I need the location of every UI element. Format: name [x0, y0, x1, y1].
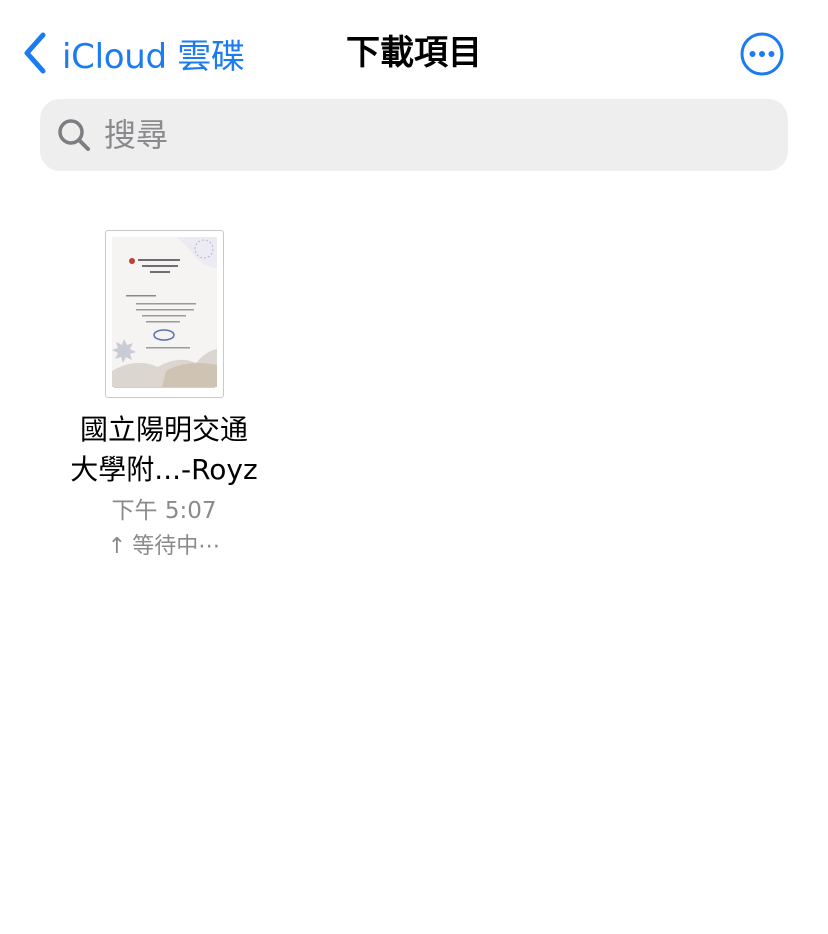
upload-arrow-icon: ↑: [107, 534, 127, 559]
search-input[interactable]: [104, 105, 744, 165]
downloads-screen: iCloud 雲碟 下載項目 搜尋 國立陽明交通 大學附...-Royz 下午 …: [0, 0, 828, 934]
search-bar[interactable]: [40, 99, 788, 171]
page-title: 下載項目: [346, 33, 482, 73]
file-timestamp: 下午 5:07: [111, 498, 217, 524]
upload-status-text: 等待中⋯: [132, 534, 221, 559]
file-thumbnail: [105, 230, 224, 398]
file-name-line-2: 大學附...-Royz: [70, 453, 258, 486]
more-options-button[interactable]: [740, 32, 784, 76]
magnifying-glass-icon: [40, 117, 92, 153]
file-name: 國立陽明交通 大學附...-Royz: [54, 410, 274, 490]
upload-status: ↑ 等待中⋯: [54, 528, 274, 566]
ellipsis-circle-icon: [740, 32, 784, 80]
navigation-bar: iCloud 雲碟 下載項目: [0, 0, 828, 100]
file-name-line-1: 國立陽明交通: [79, 413, 248, 446]
file-item[interactable]: 國立陽明交通 大學附...-Royz 下午 5:07 ↑ 等待中⋯: [54, 230, 274, 566]
